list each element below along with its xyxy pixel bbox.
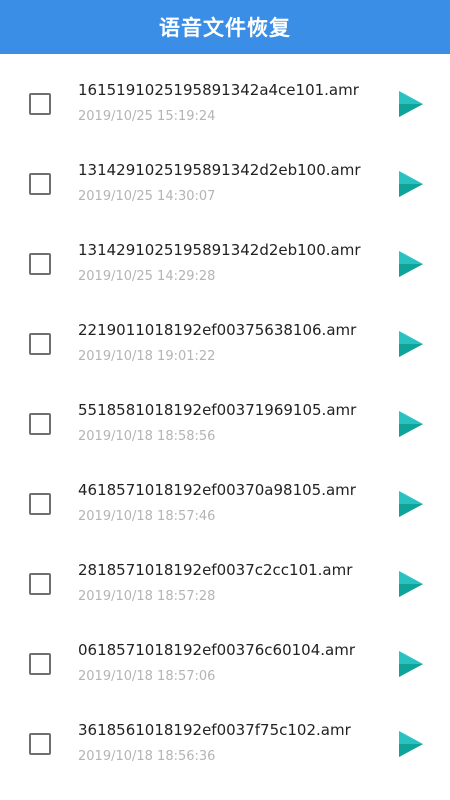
- file-name: 0618571018192ef00376c60104.amr: [78, 641, 355, 659]
- play-icon[interactable]: [396, 90, 424, 118]
- app-header: 语音文件恢复: [0, 0, 450, 54]
- file-name: 1314291025195891342d2eb100.amr: [78, 241, 361, 259]
- app-screen: 语音文件恢复 1615191025195891342a4ce101.amr 20…: [0, 0, 450, 800]
- play-icon[interactable]: [396, 250, 424, 278]
- file-timestamp: 2019/10/18 18:57:28: [78, 589, 216, 604]
- file-name: 5518581018192ef00371969105.amr: [78, 401, 357, 419]
- file-timestamp: 2019/10/18 18:56:36: [78, 749, 216, 764]
- checkbox-icon[interactable]: [29, 173, 51, 195]
- file-name: 2818571018192ef0037c2cc101.amr: [78, 561, 353, 579]
- play-icon[interactable]: [396, 570, 424, 598]
- checkbox-icon[interactable]: [29, 493, 51, 515]
- list-item[interactable]: 1314291025195891342d2eb100.amr 2019/10/2…: [0, 134, 450, 214]
- list-item[interactable]: 1314291025195891342d2eb100.amr 2019/10/2…: [0, 214, 450, 294]
- checkbox-icon[interactable]: [29, 333, 51, 355]
- list-item[interactable]: 2219011018192ef00375638106.amr 2019/10/1…: [0, 294, 450, 374]
- file-timestamp: 2019/10/18 18:57:46: [78, 509, 216, 524]
- file-name: 1314291025195891342d2eb100.amr: [78, 161, 361, 179]
- checkbox-icon[interactable]: [29, 653, 51, 675]
- file-name: 1615191025195891342a4ce101.amr: [78, 81, 359, 99]
- list-item[interactable]: 3618561018192ef0037f75c102.amr 2019/10/1…: [0, 694, 450, 774]
- play-icon[interactable]: [396, 170, 424, 198]
- play-icon[interactable]: [396, 410, 424, 438]
- list-item[interactable]: 4618571018192ef00370a98105.amr 2019/10/1…: [0, 454, 450, 534]
- file-name: 4618571018192ef00370a98105.amr: [78, 481, 356, 499]
- checkbox-icon[interactable]: [29, 733, 51, 755]
- play-icon[interactable]: [396, 490, 424, 518]
- page-title: 语音文件恢复: [159, 16, 291, 40]
- play-icon[interactable]: [396, 330, 424, 358]
- file-timestamp: 2019/10/18 19:01:22: [78, 349, 216, 364]
- play-icon[interactable]: [396, 650, 424, 678]
- list-item[interactable]: 5518581018192ef00371969105.amr 2019/10/1…: [0, 374, 450, 454]
- file-timestamp: 2019/10/25 14:30:07: [78, 189, 216, 204]
- file-timestamp: 2019/10/25 15:19:24: [78, 109, 216, 124]
- list-item[interactable]: 2818571018192ef0037c2cc101.amr 2019/10/1…: [0, 534, 450, 614]
- checkbox-icon[interactable]: [29, 253, 51, 275]
- file-timestamp: 2019/10/18 18:58:56: [78, 429, 216, 444]
- list-item[interactable]: 1615191025195891342a4ce101.amr 2019/10/2…: [0, 54, 450, 134]
- checkbox-icon[interactable]: [29, 413, 51, 435]
- checkbox-icon[interactable]: [29, 573, 51, 595]
- file-timestamp: 2019/10/25 14:29:28: [78, 269, 216, 284]
- file-name: 2219011018192ef00375638106.amr: [78, 321, 357, 339]
- file-timestamp: 2019/10/18 18:57:06: [78, 669, 216, 684]
- list-item[interactable]: 0618571018192ef00376c60104.amr 2019/10/1…: [0, 614, 450, 694]
- file-name: 3618561018192ef0037f75c102.amr: [78, 721, 351, 739]
- file-list: 1615191025195891342a4ce101.amr 2019/10/2…: [0, 54, 450, 774]
- play-icon[interactable]: [396, 730, 424, 758]
- checkbox-icon[interactable]: [29, 93, 51, 115]
